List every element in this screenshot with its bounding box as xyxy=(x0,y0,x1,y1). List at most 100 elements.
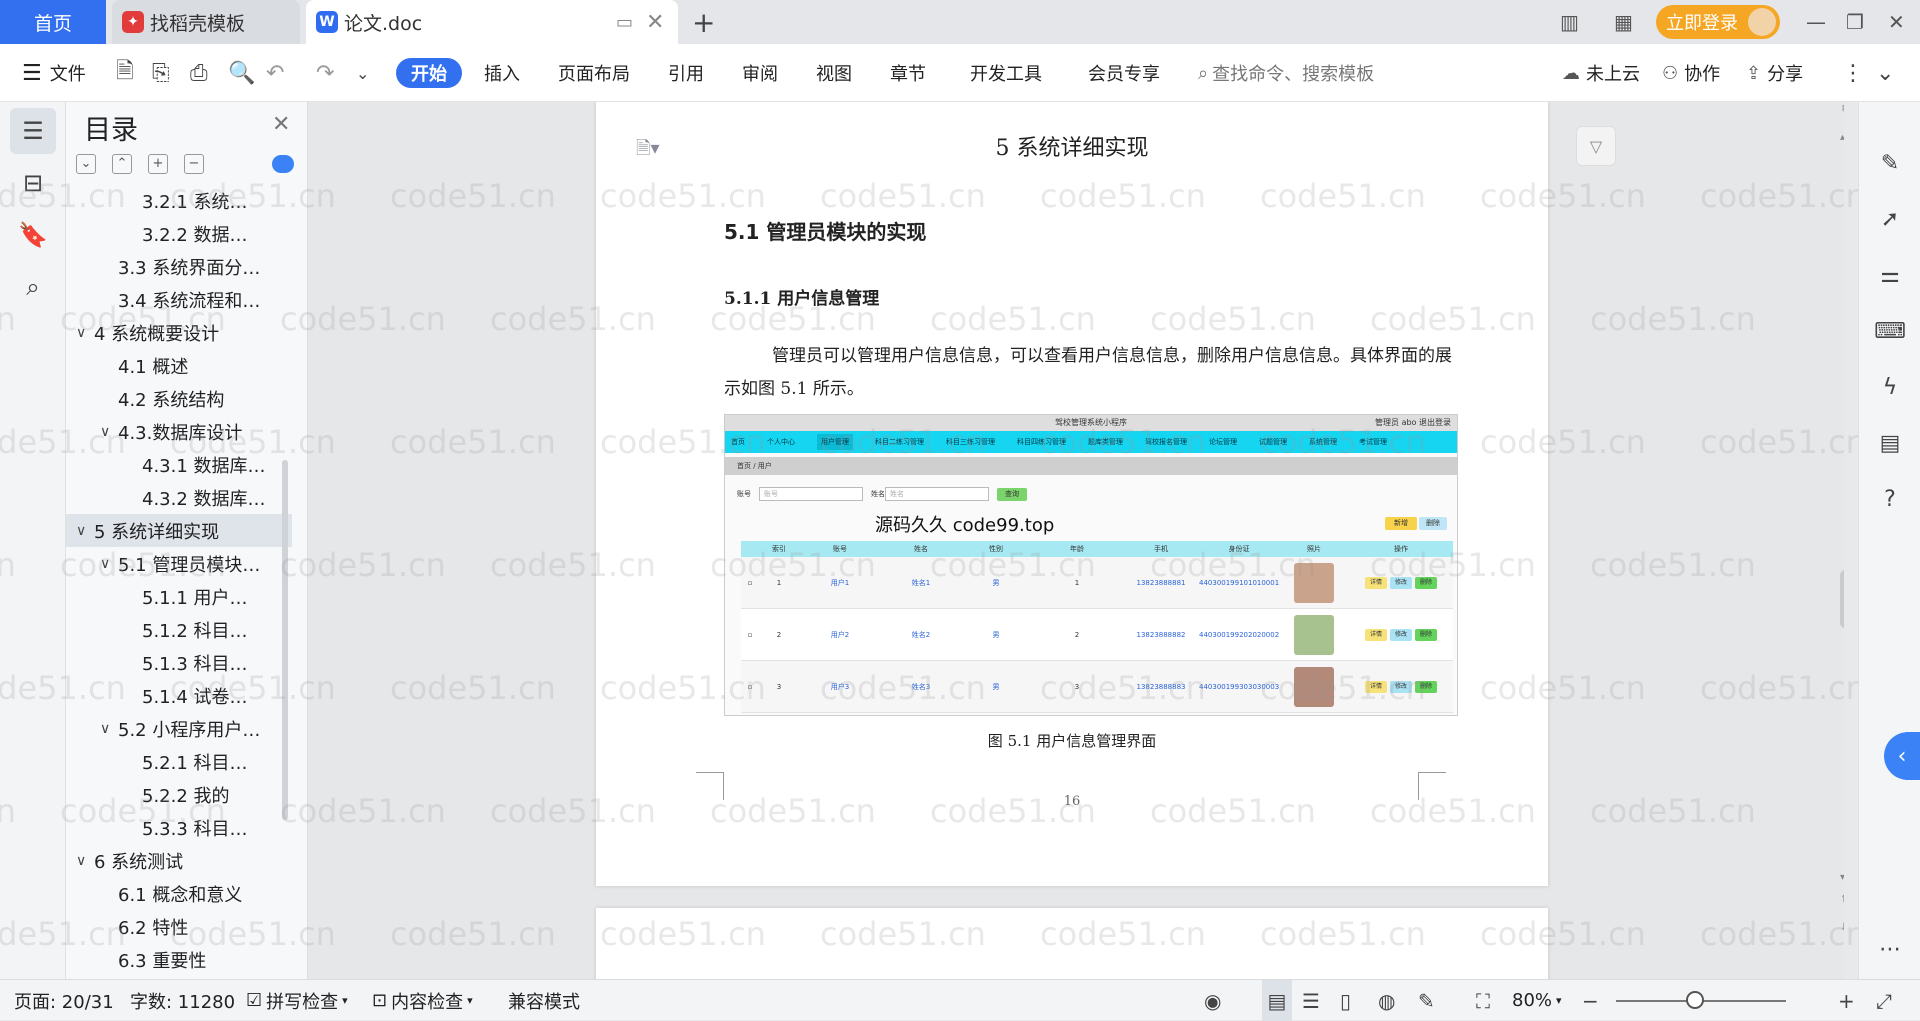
tab-page-layout[interactable]: 页面布局 xyxy=(558,44,630,102)
toc-item[interactable]: ∨ 4.3.数据库设计 xyxy=(66,415,292,448)
toc-item[interactable]: ∨ 4 系统概要设计 xyxy=(66,316,292,349)
toc-item[interactable]: 3.4 系统流程和… xyxy=(66,283,292,316)
chevron-down-icon[interactable]: ∨ xyxy=(76,523,94,539)
toc-panel-icon[interactable]: ☰ xyxy=(10,108,56,154)
cursor-icon[interactable]: ➚ xyxy=(1873,202,1907,236)
tab-chapter[interactable]: 章节 xyxy=(890,44,926,102)
scroll-top-icon[interactable]: ⇞ xyxy=(1840,104,1844,115)
close-window-icon[interactable]: ✕ xyxy=(1888,0,1905,44)
bookmark-icon[interactable]: 🔖 xyxy=(10,212,56,258)
tab-insert[interactable]: 插入 xyxy=(484,44,520,102)
chevron-down-icon[interactable]: ∨ xyxy=(76,325,94,341)
scroll-down-icon[interactable]: ▾ xyxy=(1840,872,1844,883)
toc-item[interactable]: 4.3.2 数据库… xyxy=(66,481,292,514)
zoom-in-icon[interactable]: + xyxy=(1838,980,1855,1021)
toc-item[interactable]: ∨ 6 系统测试 xyxy=(66,844,292,877)
toc-settings-icon[interactable] xyxy=(272,155,294,173)
tab-document[interactable]: W 论文.doc ▭ ✕ xyxy=(306,0,678,44)
apps-grid-icon[interactable]: ▦ xyxy=(1614,0,1633,44)
layout-icon[interactable]: ▥ xyxy=(1560,0,1579,44)
cloud-status[interactable]: ☁ 未上云 xyxy=(1562,44,1640,102)
tab-review[interactable]: 审阅 xyxy=(742,44,778,102)
write-mode-icon[interactable]: ✎ xyxy=(1418,980,1435,1021)
toc-item[interactable]: 3.3 系统界面分… xyxy=(66,250,292,283)
customize-icon[interactable]: ⌄ xyxy=(356,44,369,102)
fullscreen-icon[interactable]: ⤢ xyxy=(1876,980,1892,1021)
toc-item[interactable]: ∨ 5.2 小程序用户… xyxy=(66,712,292,745)
monitor-icon[interactable]: ▭ xyxy=(616,12,633,33)
outline-view-icon[interactable]: ☰ xyxy=(1302,980,1320,1021)
toc-item[interactable]: 5.2.1 科目… xyxy=(66,745,292,778)
undo-icon[interactable]: ↶ xyxy=(266,44,284,102)
toc-item[interactable]: 4.3.1 数据库… xyxy=(66,448,292,481)
tab-references[interactable]: 引用 xyxy=(668,44,704,102)
scroll-thumb[interactable] xyxy=(1840,570,1844,628)
new-tab-icon[interactable]: + xyxy=(692,6,715,39)
vertical-scrollbar[interactable]: ⇞ ▴ ▾ ⇑ ⇓ xyxy=(1838,102,1844,979)
zoom-level[interactable]: 80% ▾ xyxy=(1512,980,1562,1021)
share-button[interactable]: ⇪ 分享 xyxy=(1746,44,1803,102)
tab-home[interactable]: 首页 xyxy=(0,0,106,44)
toc-item[interactable]: 5.1.3 科目… xyxy=(66,646,292,679)
expand-all-icon[interactable]: ⌄ xyxy=(76,154,96,174)
collapse-all-icon[interactable]: ⌃ xyxy=(112,154,132,174)
page-indicator[interactable]: 页面: 20/31 xyxy=(14,980,114,1021)
add-heading-icon[interactable]: + xyxy=(148,154,168,174)
adjust-icon[interactable]: ⚌ xyxy=(1873,258,1907,292)
content-check[interactable]: ⊡ 内容检查 ▾ xyxy=(372,980,473,1021)
read-icon[interactable]: ▤ xyxy=(1873,426,1907,460)
close-tab-icon[interactable]: ✕ xyxy=(646,10,664,35)
close-icon[interactable]: ✕ xyxy=(272,112,290,137)
read-view-icon[interactable]: ▯ xyxy=(1340,980,1351,1021)
toc-item[interactable]: 5.2.2 我的 xyxy=(66,778,292,811)
ai-assist-icon[interactable]: ⌨ xyxy=(1873,314,1907,348)
page-float-icon[interactable]: ▽ xyxy=(1576,126,1616,166)
chevron-down-icon[interactable]: ∨ xyxy=(100,721,118,737)
zoom-out-icon[interactable]: − xyxy=(1582,980,1599,1021)
toc-item[interactable]: 5.3.3 科目… xyxy=(66,811,292,844)
prev-page-icon[interactable]: ⇑ xyxy=(1840,894,1844,905)
redo-icon[interactable]: ↷ xyxy=(316,44,334,102)
toc-item[interactable]: ∨ 5 系统详细实现 xyxy=(66,514,292,547)
chevron-down-icon[interactable]: ∨ xyxy=(100,424,118,440)
toc-item[interactable]: ∨ 5.1 管理员模块… xyxy=(66,547,292,580)
minimize-icon[interactable]: — xyxy=(1806,0,1826,44)
print-preview-icon[interactable]: 🔍 xyxy=(228,44,255,102)
toc-item[interactable]: 4.2 系统结构 xyxy=(66,382,292,415)
web-view-icon[interactable]: ◍ xyxy=(1378,980,1395,1021)
login-button[interactable]: 立即登录 xyxy=(1656,5,1780,39)
export-icon[interactable]: ⎘ xyxy=(152,44,170,102)
more-tools-icon[interactable]: ⋯ xyxy=(1873,932,1907,966)
find-icon[interactable]: ⌕ xyxy=(10,264,56,310)
toc-item[interactable]: 3.2.2 数据… xyxy=(66,217,292,250)
tab-view[interactable]: 视图 xyxy=(816,44,852,102)
toc-item[interactable]: 6.3 重要性 xyxy=(66,943,292,976)
next-page-icon[interactable]: ⇓ xyxy=(1840,922,1844,933)
fit-page-icon[interactable]: ⛶ xyxy=(1476,980,1490,1021)
word-count[interactable]: 字数: 11280 xyxy=(130,980,235,1021)
spell-check[interactable]: ☑ 拼写检查 ▾ xyxy=(246,980,348,1021)
toc-item[interactable]: 5.1.1 用户… xyxy=(66,580,292,613)
tab-member[interactable]: 会员专享 xyxy=(1088,44,1160,102)
chevron-down-icon[interactable]: ∨ xyxy=(100,556,118,572)
print-icon[interactable]: ⎙ xyxy=(190,44,208,102)
zoom-slider-handle[interactable] xyxy=(1686,991,1704,1009)
page-view-icon[interactable]: ▤ xyxy=(1262,980,1292,1021)
help-icon[interactable]: ? xyxy=(1873,482,1907,516)
navigation-icon[interactable]: ⊟ xyxy=(10,160,56,206)
tab-developer[interactable]: 开发工具 xyxy=(970,44,1042,102)
collab-button[interactable]: ⚇ 协作 xyxy=(1662,44,1720,102)
chevron-down-icon[interactable]: ∨ xyxy=(76,853,94,869)
file-menu[interactable]: ☰ 文件 xyxy=(22,44,86,102)
more-icon[interactable]: ⋮ xyxy=(1842,44,1864,102)
eye-protect-icon[interactable]: ◉ xyxy=(1204,980,1221,1021)
tab-start[interactable]: 开始 xyxy=(396,58,462,88)
toc-item[interactable]: 5.1.2 科目… xyxy=(66,613,292,646)
toc-item[interactable]: 6.1 概念和意义 xyxy=(66,877,292,910)
remove-heading-icon[interactable]: − xyxy=(184,154,204,174)
toc-scrollbar[interactable] xyxy=(282,460,288,820)
lightning-icon[interactable]: ϟ xyxy=(1873,370,1907,404)
toc-item[interactable]: 5.1.4 试卷… xyxy=(66,679,292,712)
toc-item[interactable]: 3.2.1 系统… xyxy=(66,184,292,217)
toc-item[interactable]: 4.1 概述 xyxy=(66,349,292,382)
